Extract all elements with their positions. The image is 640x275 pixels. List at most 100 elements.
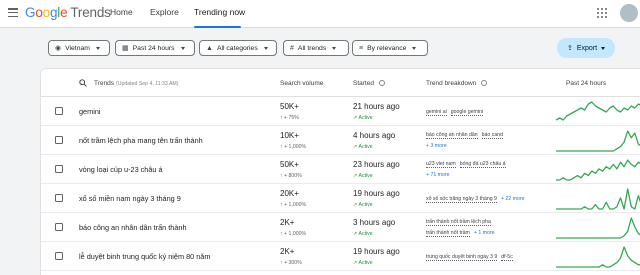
status-active: ↗ Active xyxy=(353,260,373,266)
sparkline-line xyxy=(556,246,640,268)
search-volume: 2K+ xyxy=(280,218,295,227)
row-checkbox[interactable] xyxy=(55,136,63,144)
column-search-volume[interactable]: Search volume xyxy=(280,80,323,87)
row-checkbox[interactable] xyxy=(55,194,63,202)
trend-breakdown: trung quốc duyệt binh ngày 3 9 df-5c xyxy=(426,254,517,261)
trend-title[interactable]: vòng loại cúp u-23 châu á xyxy=(79,165,163,174)
hash-icon: # xyxy=(290,44,294,52)
export-button[interactable]: ⇪ Export xyxy=(557,38,615,58)
chevron-down-icon xyxy=(263,46,268,50)
breakdown-chip[interactable]: u23 viet nam xyxy=(426,161,456,168)
status-active: ↗ Active xyxy=(353,202,373,208)
avatar[interactable] xyxy=(620,4,638,22)
breakdown-chip[interactable]: báo cand xyxy=(481,132,503,139)
search-volume: 20K+ xyxy=(280,189,299,198)
trend-title[interactable]: xổ số miền nam ngày 3 tháng 9 xyxy=(79,194,181,203)
trend-title[interactable]: nốt trầm lệch pha mang tên trấn thành xyxy=(79,136,203,145)
top-bar: Google Trends Home Explore Trending now xyxy=(0,0,640,28)
trend-title[interactable]: gemini xyxy=(79,107,101,116)
upload-icon: ⇪ xyxy=(566,45,573,52)
apps-grid-icon[interactable] xyxy=(597,8,607,18)
breakdown-chip[interactable]: trung quốc duyệt binh ngày 3 9 xyxy=(426,254,498,261)
sparkline-chart xyxy=(556,159,640,181)
trend-title[interactable]: báo công an nhân dân trấn thành xyxy=(79,223,187,232)
sparkline-chart xyxy=(556,217,640,239)
status-active: ↗ Active xyxy=(353,173,373,179)
time-filter[interactable]: ▦ Past 24 hours xyxy=(115,40,195,56)
more-link[interactable]: + 22 more xyxy=(501,196,525,202)
column-past-24-hours: Past 24 hours xyxy=(566,80,607,87)
started-time: 19 hours ago xyxy=(353,189,400,198)
country-filter-label: Vietnam xyxy=(65,44,90,52)
chevron-down-icon xyxy=(332,46,337,50)
volume-change: ↑ + 1,000% xyxy=(280,144,307,150)
trends-table: Trends (Updated Sep 4, 11:33 AM) Search v… xyxy=(40,68,640,275)
status-active: ↗ Active xyxy=(353,115,373,121)
trend-title[interactable]: lễ duyệt binh trung quốc kỷ niệm 80 năm xyxy=(79,252,210,261)
export-label: Export xyxy=(576,44,598,52)
category-icon: ▲ xyxy=(206,44,213,52)
category-filter[interactable]: ▲ All categories xyxy=(199,40,277,56)
sparkline-line xyxy=(556,130,640,152)
row-checkbox[interactable] xyxy=(55,107,63,115)
sparkline-line xyxy=(556,217,640,239)
table-row[interactable]: xổ số miền nam ngày 3 tháng 9 20K+ ↑ + 1… xyxy=(41,184,640,213)
breakdown-chip[interactable]: bóng đá u23 châu á xyxy=(459,161,506,168)
more-link[interactable]: + 71 more xyxy=(426,172,450,178)
more-link[interactable]: + 1 more xyxy=(474,230,495,236)
sort-filter[interactable]: ≡ By relevance xyxy=(352,40,428,56)
trend-breakdown: trấn thành nốt trầm lệch pha xyxy=(426,219,495,226)
table-row[interactable]: báo công an nhân dân trấn thành 2K+ ↑ + … xyxy=(41,213,640,242)
row-checkbox[interactable] xyxy=(55,165,63,173)
search-icon[interactable] xyxy=(79,79,87,87)
breakdown-chip[interactable]: gemini ai xyxy=(426,109,447,116)
more-link[interactable]: + 3 more xyxy=(426,143,447,149)
sparkline-chart xyxy=(556,188,640,210)
search-volume: 2K+ xyxy=(280,247,295,256)
row-checkbox[interactable] xyxy=(55,252,63,260)
column-trend-breakdown: Trend breakdown xyxy=(426,80,488,87)
volume-change: ↑ + 1,000% xyxy=(280,231,307,237)
started-time: 4 hours ago xyxy=(353,131,396,140)
trend-breakdown: + 3 more xyxy=(426,143,447,149)
time-filter-label: Past 24 hours xyxy=(132,44,175,52)
breakdown-chip[interactable]: trấn thành nốt trầm xyxy=(426,230,470,237)
info-icon[interactable] xyxy=(378,80,385,86)
breakdown-chip[interactable]: df-5c xyxy=(501,254,513,261)
column-started[interactable]: Started xyxy=(353,80,385,87)
chevron-down-icon xyxy=(95,46,100,50)
nav-trending-now[interactable]: Trending now xyxy=(194,7,245,17)
sparkline-line xyxy=(556,159,640,181)
category-filter-label: All categories xyxy=(216,44,258,52)
row-checkbox[interactable] xyxy=(55,223,63,231)
table-row[interactable]: gemini 50K+ ↑ + 75% 21 hours ago ↗ Activ… xyxy=(41,97,640,126)
breakdown-chip[interactable]: trấn thành nốt trầm lệch pha xyxy=(426,219,491,226)
search-volume: 10K+ xyxy=(280,131,299,140)
breakdown-chip[interactable]: google gemini xyxy=(450,109,484,116)
trends-filter[interactable]: # All trends xyxy=(283,40,349,56)
breakdown-chip[interactable]: xổ số sóc trăng ngày 3 tháng 9 xyxy=(426,196,497,203)
table-row[interactable]: vòng loại cúp u-23 châu á 50K+ ↑ + 800% … xyxy=(41,155,640,184)
volume-change: ↑ + 300% xyxy=(280,260,302,266)
country-filter[interactable]: ◉ Vietnam xyxy=(48,40,110,56)
sparkline-chart xyxy=(555,101,640,121)
table-row[interactable]: lễ duyệt binh trung quốc kỷ niệm 80 năm … xyxy=(41,242,640,271)
nav-explore[interactable]: Explore xyxy=(150,7,179,17)
sparkline-line xyxy=(556,188,640,210)
trend-breakdown: trấn thành nốt trầm + 1 more xyxy=(426,230,495,237)
sort-icon: ≡ xyxy=(359,44,364,52)
table-header: Trends (Updated Sep 4, 11:33 AM) Search v… xyxy=(41,69,640,97)
started-time: 19 hours ago xyxy=(353,247,400,256)
menu-icon[interactable] xyxy=(8,8,18,17)
status-active: ↗ Active xyxy=(353,144,373,150)
nav-home[interactable]: Home xyxy=(110,7,133,17)
calendar-icon: ▦ xyxy=(122,45,129,52)
sparkline-chart xyxy=(556,246,640,268)
sort-filter-label: By relevance xyxy=(367,44,407,52)
breakdown-chip[interactable]: báo công an nhân dân xyxy=(426,132,478,139)
info-icon[interactable] xyxy=(481,80,488,86)
volume-change: ↑ + 800% xyxy=(280,173,302,179)
table-row[interactable]: nốt trầm lệch pha mang tên trấn thành 10… xyxy=(41,126,640,155)
google-trends-logo[interactable]: Google Trends xyxy=(25,5,111,20)
trends-filter-label: All trends xyxy=(297,44,327,52)
